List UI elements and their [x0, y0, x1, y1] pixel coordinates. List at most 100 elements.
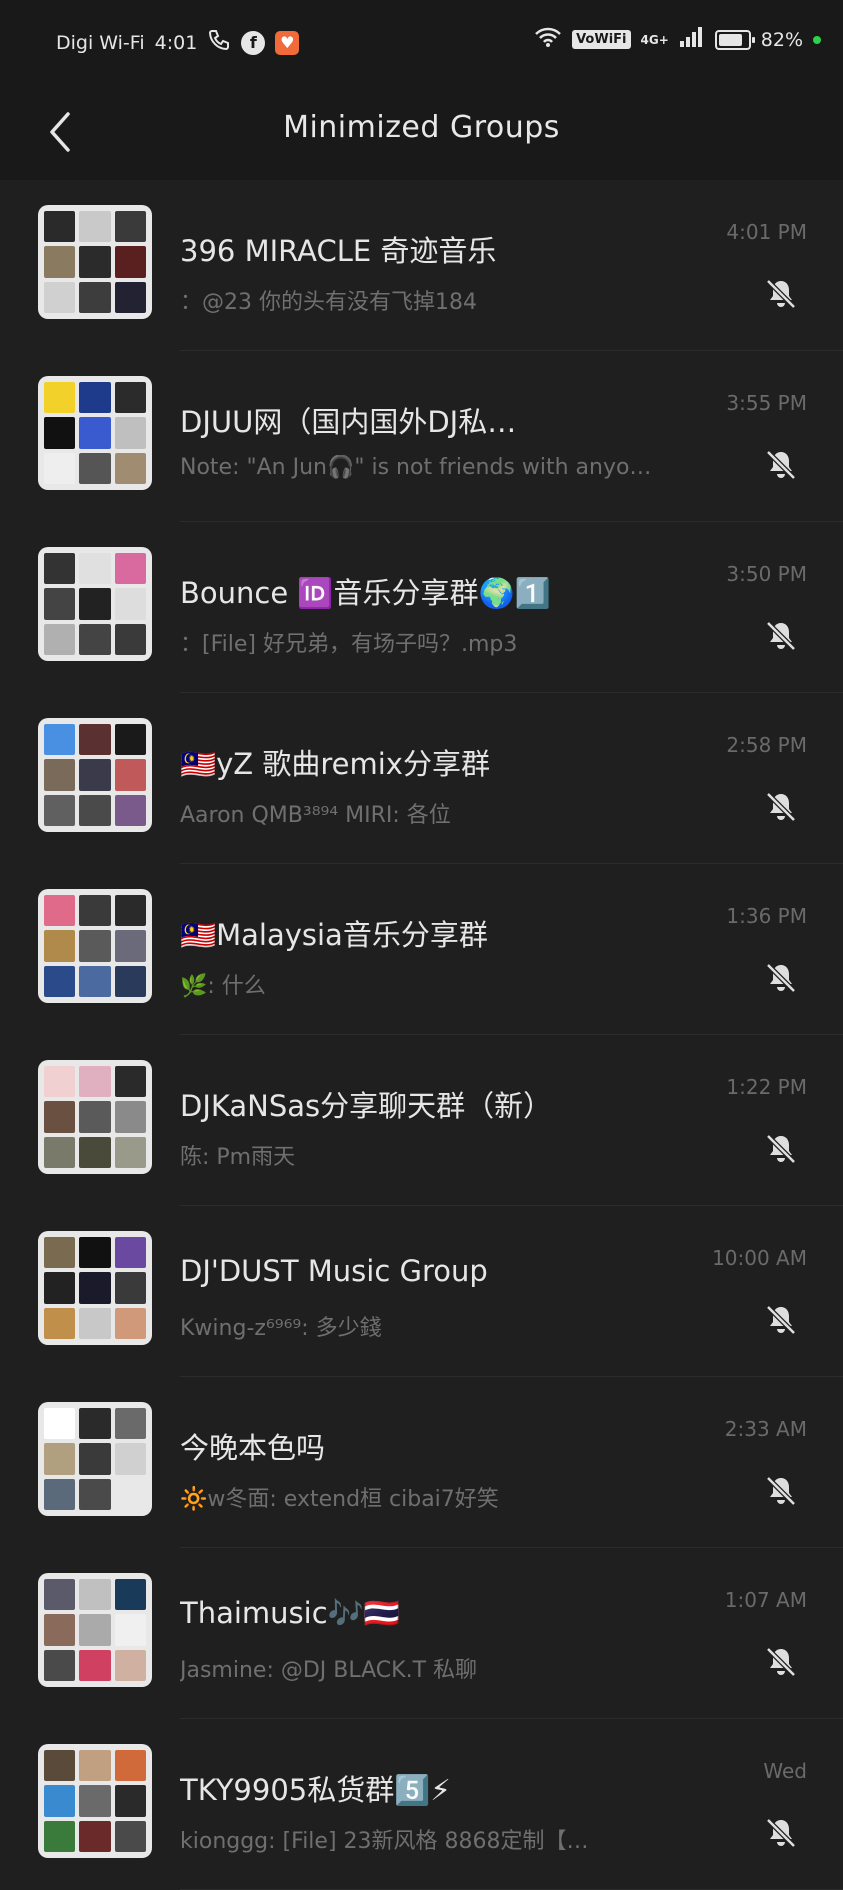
group-name: 🇲🇾Malaysia音乐分享群 [180, 918, 488, 952]
avatar-tile [44, 895, 76, 927]
avatar-tile [44, 1307, 76, 1339]
group-name: Thaimusic🎶🇹🇭 [180, 1596, 400, 1630]
muted-bell-icon [763, 1302, 799, 1338]
avatar-tile [44, 759, 76, 791]
top-bar: Minimized Groups [0, 84, 843, 180]
muted-bell-icon [763, 1131, 799, 1167]
avatar-tile [114, 895, 146, 927]
avatar-tile [79, 1478, 111, 1510]
avatar-tile [79, 1785, 111, 1817]
avatar-tile [44, 623, 76, 655]
avatar-tile [79, 1272, 111, 1304]
avatar-tile [114, 1649, 146, 1681]
group-avatar [38, 1744, 152, 1858]
wifi-icon [534, 26, 562, 53]
last-message-preview: Note: "An Jun🎧" is not friends with anyo… [180, 455, 652, 480]
avatar-tile [79, 452, 111, 484]
muted-bell-icon [763, 1815, 799, 1851]
group-list: 396 MIRACLE 奇迹音乐 ：@23 你的头有没有飞掉184 4:01 P… [0, 180, 843, 1890]
last-message-time: 3:50 PM [726, 562, 807, 586]
group-name: DJUU网（国内国外DJ私… [180, 405, 517, 439]
group-avatar [38, 718, 152, 832]
avatar-tile [114, 965, 146, 997]
avatar-tile [114, 794, 146, 826]
avatar-tile [79, 382, 111, 414]
avatar-tile [79, 895, 111, 927]
avatar-tile [44, 417, 76, 449]
last-message-time: 1:22 PM [726, 1075, 807, 1099]
vowifi-badge: VoWiFi [572, 30, 631, 49]
avatar-tile [79, 417, 111, 449]
status-bar-left: Digi Wi-Fi 4:01 f ♥ [56, 28, 300, 57]
muted-bell-icon [763, 1644, 799, 1680]
avatar-tile [44, 724, 76, 756]
avatar-tile [114, 1066, 146, 1098]
avatar-tile [114, 382, 146, 414]
avatar-tile [79, 588, 111, 620]
group-avatar [38, 376, 152, 490]
avatar-tile [114, 1237, 146, 1269]
last-message-preview: 🌿: 什么 [180, 974, 266, 999]
carrier-label: Digi Wi-Fi [56, 31, 145, 54]
avatar-tile [44, 588, 76, 620]
avatar-tile [79, 1237, 111, 1269]
avatar-tile [79, 1579, 111, 1611]
group-row[interactable]: Bounce 🆔音乐分享群🌍1️⃣ ：[File] 好兄弟，有场子吗？.mp3 … [0, 522, 843, 693]
group-row[interactable]: DJUU网（国内国外DJ私… Note: "An Jun🎧" is not fr… [0, 351, 843, 522]
group-row[interactable]: 396 MIRACLE 奇迹音乐 ：@23 你的头有没有飞掉184 4:01 P… [0, 180, 843, 351]
avatar-tile [44, 246, 76, 278]
avatar-tile [79, 1614, 111, 1646]
avatar-tile [79, 246, 111, 278]
group-row[interactable]: TKY9905私货群5️⃣⚡ kionggg: [File] 23新风格 886… [0, 1719, 843, 1890]
avatar-tile [79, 1066, 111, 1098]
group-name: Bounce 🆔音乐分享群🌍1️⃣ [180, 576, 551, 610]
avatar-tile [44, 1136, 76, 1168]
avatar-tile [44, 1066, 76, 1098]
last-message-preview: Aaron QMB³⁸⁹⁴ MIRI: 各位 [180, 803, 451, 828]
avatar-tile [44, 1649, 76, 1681]
avatar-tile [114, 246, 146, 278]
group-avatar [38, 1573, 152, 1687]
avatar-tile [79, 930, 111, 962]
avatar-tile [79, 1649, 111, 1681]
avatar-tile [114, 1785, 146, 1817]
clock: 4:01 [154, 31, 198, 54]
avatar-tile [114, 452, 146, 484]
avatar-tile [79, 1820, 111, 1852]
group-avatar [38, 205, 152, 319]
group-row[interactable]: DJKaNSas分享聊天群（新） 陈: Pm雨天 1:22 PM [0, 1035, 843, 1206]
avatar-tile [79, 794, 111, 826]
avatar-tile [114, 1478, 146, 1510]
avatar-tile [79, 553, 111, 585]
avatar-tile [114, 930, 146, 962]
muted-bell-icon [763, 276, 799, 312]
avatar-tile [114, 1443, 146, 1475]
group-name: TKY9905私货群5️⃣⚡ [180, 1773, 451, 1807]
last-message-preview: kionggg: [File] 23新风格 8868定制【… [180, 1829, 589, 1854]
last-message-time: 1:36 PM [726, 904, 807, 928]
group-name: 今晚本色吗 [180, 1431, 326, 1465]
group-row[interactable]: DJ'DUST Music Group Kwing-z⁶⁹⁶⁹: 多少錢 10:… [0, 1206, 843, 1377]
group-row[interactable]: 🇲🇾Malaysia音乐分享群 🌿: 什么 1:36 PM [0, 864, 843, 1035]
group-row[interactable]: 今晚本色吗 🔆w冬面: extend桓 cibai7好笑 2:33 AM [0, 1377, 843, 1548]
battery-icon [714, 29, 755, 50]
avatar-tile [79, 281, 111, 313]
avatar-tile [114, 211, 146, 243]
muted-bell-icon [763, 447, 799, 483]
avatar-tile [79, 1307, 111, 1339]
last-message-preview: Jasmine: @DJ BLACK.T 私聊 [180, 1658, 478, 1683]
last-message-preview: 陈: Pm雨天 [180, 1145, 296, 1170]
last-message-preview: Kwing-z⁶⁹⁶⁹: 多少錢 [180, 1316, 382, 1341]
privacy-indicator-dot [813, 35, 821, 44]
group-row[interactable]: Thaimusic🎶🇹🇭 Jasmine: @DJ BLACK.T 私聊 1:0… [0, 1548, 843, 1719]
group-name: DJ'DUST Music Group [180, 1254, 488, 1288]
avatar-tile [114, 1614, 146, 1646]
facebook-icon: f [241, 30, 266, 55]
avatar-tile [44, 1272, 76, 1304]
avatar-tile [44, 1237, 76, 1269]
avatar-tile [114, 1820, 146, 1852]
group-row[interactable]: 🇲🇾yZ 歌曲remix分享群 Aaron QMB³⁸⁹⁴ MIRI: 各位 2… [0, 693, 843, 864]
avatar-tile [79, 211, 111, 243]
muted-bell-icon [763, 960, 799, 996]
avatar-tile [114, 417, 146, 449]
